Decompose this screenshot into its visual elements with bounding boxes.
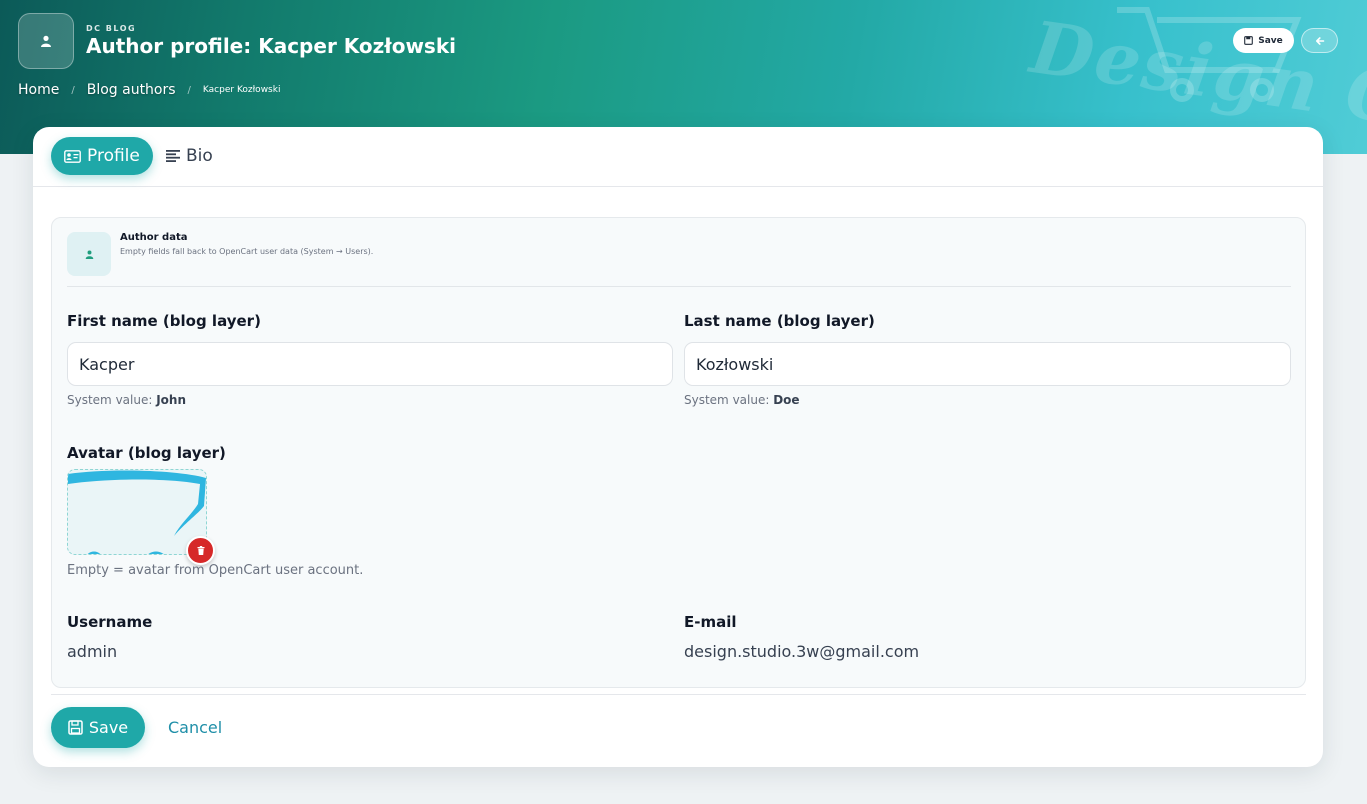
trash-icon xyxy=(197,546,204,555)
save-button-label: Save xyxy=(88,718,129,737)
tab-bio-label: Bio xyxy=(186,146,213,166)
arrow-left-icon xyxy=(1315,36,1324,45)
align-left-icon xyxy=(166,150,180,162)
back-button[interactable] xyxy=(1301,28,1338,53)
footer-divider xyxy=(51,694,1306,695)
breadcrumb-separator: / xyxy=(71,84,75,96)
cancel-button[interactable]: Cancel xyxy=(168,707,222,748)
first-name-system-value: John xyxy=(156,393,187,407)
tab-bar: Profile Bio xyxy=(33,127,1323,187)
panel-title: Author data xyxy=(120,232,188,243)
panel-subtitle: Empty fields fall back to OpenCart user … xyxy=(120,247,374,256)
first-name-help: System value: John xyxy=(67,393,186,407)
last-name-system-value: Doe xyxy=(773,393,800,407)
header-save-label: Save xyxy=(1258,35,1283,46)
username-label: Username xyxy=(67,613,153,631)
breadcrumb-blog-authors[interactable]: Blog authors xyxy=(87,82,176,98)
header-save-button[interactable]: Save xyxy=(1233,28,1294,53)
avatar-image xyxy=(68,470,206,554)
author-form-card: Profile Bio Author data Empty fields fal… xyxy=(33,127,1323,767)
last-name-help-prefix: System value: xyxy=(684,393,770,407)
tab-profile-label: Profile xyxy=(87,146,140,166)
breadcrumb-current: Kacper Kozłowski xyxy=(202,85,281,95)
first-name-input[interactable]: Kacper xyxy=(67,342,673,386)
last-name-label: Last name (blog layer) xyxy=(684,312,875,330)
id-card-icon xyxy=(64,149,81,163)
tab-bio[interactable]: Bio xyxy=(153,137,226,175)
user-icon xyxy=(67,232,111,276)
tab-profile[interactable]: Profile xyxy=(51,137,153,175)
first-name-help-prefix: System value: xyxy=(67,393,153,407)
page-title: Author profile: Kacper Kozłowski xyxy=(86,34,456,58)
header-kicker: DC BLOG xyxy=(86,24,137,33)
breadcrumb: Home / Blog authors / Kacper Kozłowski xyxy=(18,82,280,98)
author-icon xyxy=(18,13,74,69)
username-value: admin xyxy=(67,642,118,661)
delete-avatar-button[interactable] xyxy=(186,536,215,565)
avatar-help: Empty = avatar from OpenCart user accoun… xyxy=(67,563,364,578)
email-value: design.studio.3w@gmail.com xyxy=(684,642,920,661)
avatar-label: Avatar (blog layer) xyxy=(67,444,226,462)
author-data-panel: Author data Empty fields fall back to Op… xyxy=(51,217,1306,688)
save-icon xyxy=(68,720,83,735)
last-name-input[interactable]: Kozłowski xyxy=(684,342,1291,386)
save-icon xyxy=(1244,36,1254,45)
avatar-upload[interactable] xyxy=(67,469,207,555)
last-name-help: System value: Doe xyxy=(684,393,800,407)
panel-header: Author data Empty fields fall back to Op… xyxy=(67,232,1291,287)
breadcrumb-separator: / xyxy=(187,84,191,96)
save-button[interactable]: Save xyxy=(51,707,145,748)
breadcrumb-home[interactable]: Home xyxy=(18,82,59,98)
first-name-label: First name (blog layer) xyxy=(67,312,261,330)
email-label: E-mail xyxy=(684,613,737,631)
